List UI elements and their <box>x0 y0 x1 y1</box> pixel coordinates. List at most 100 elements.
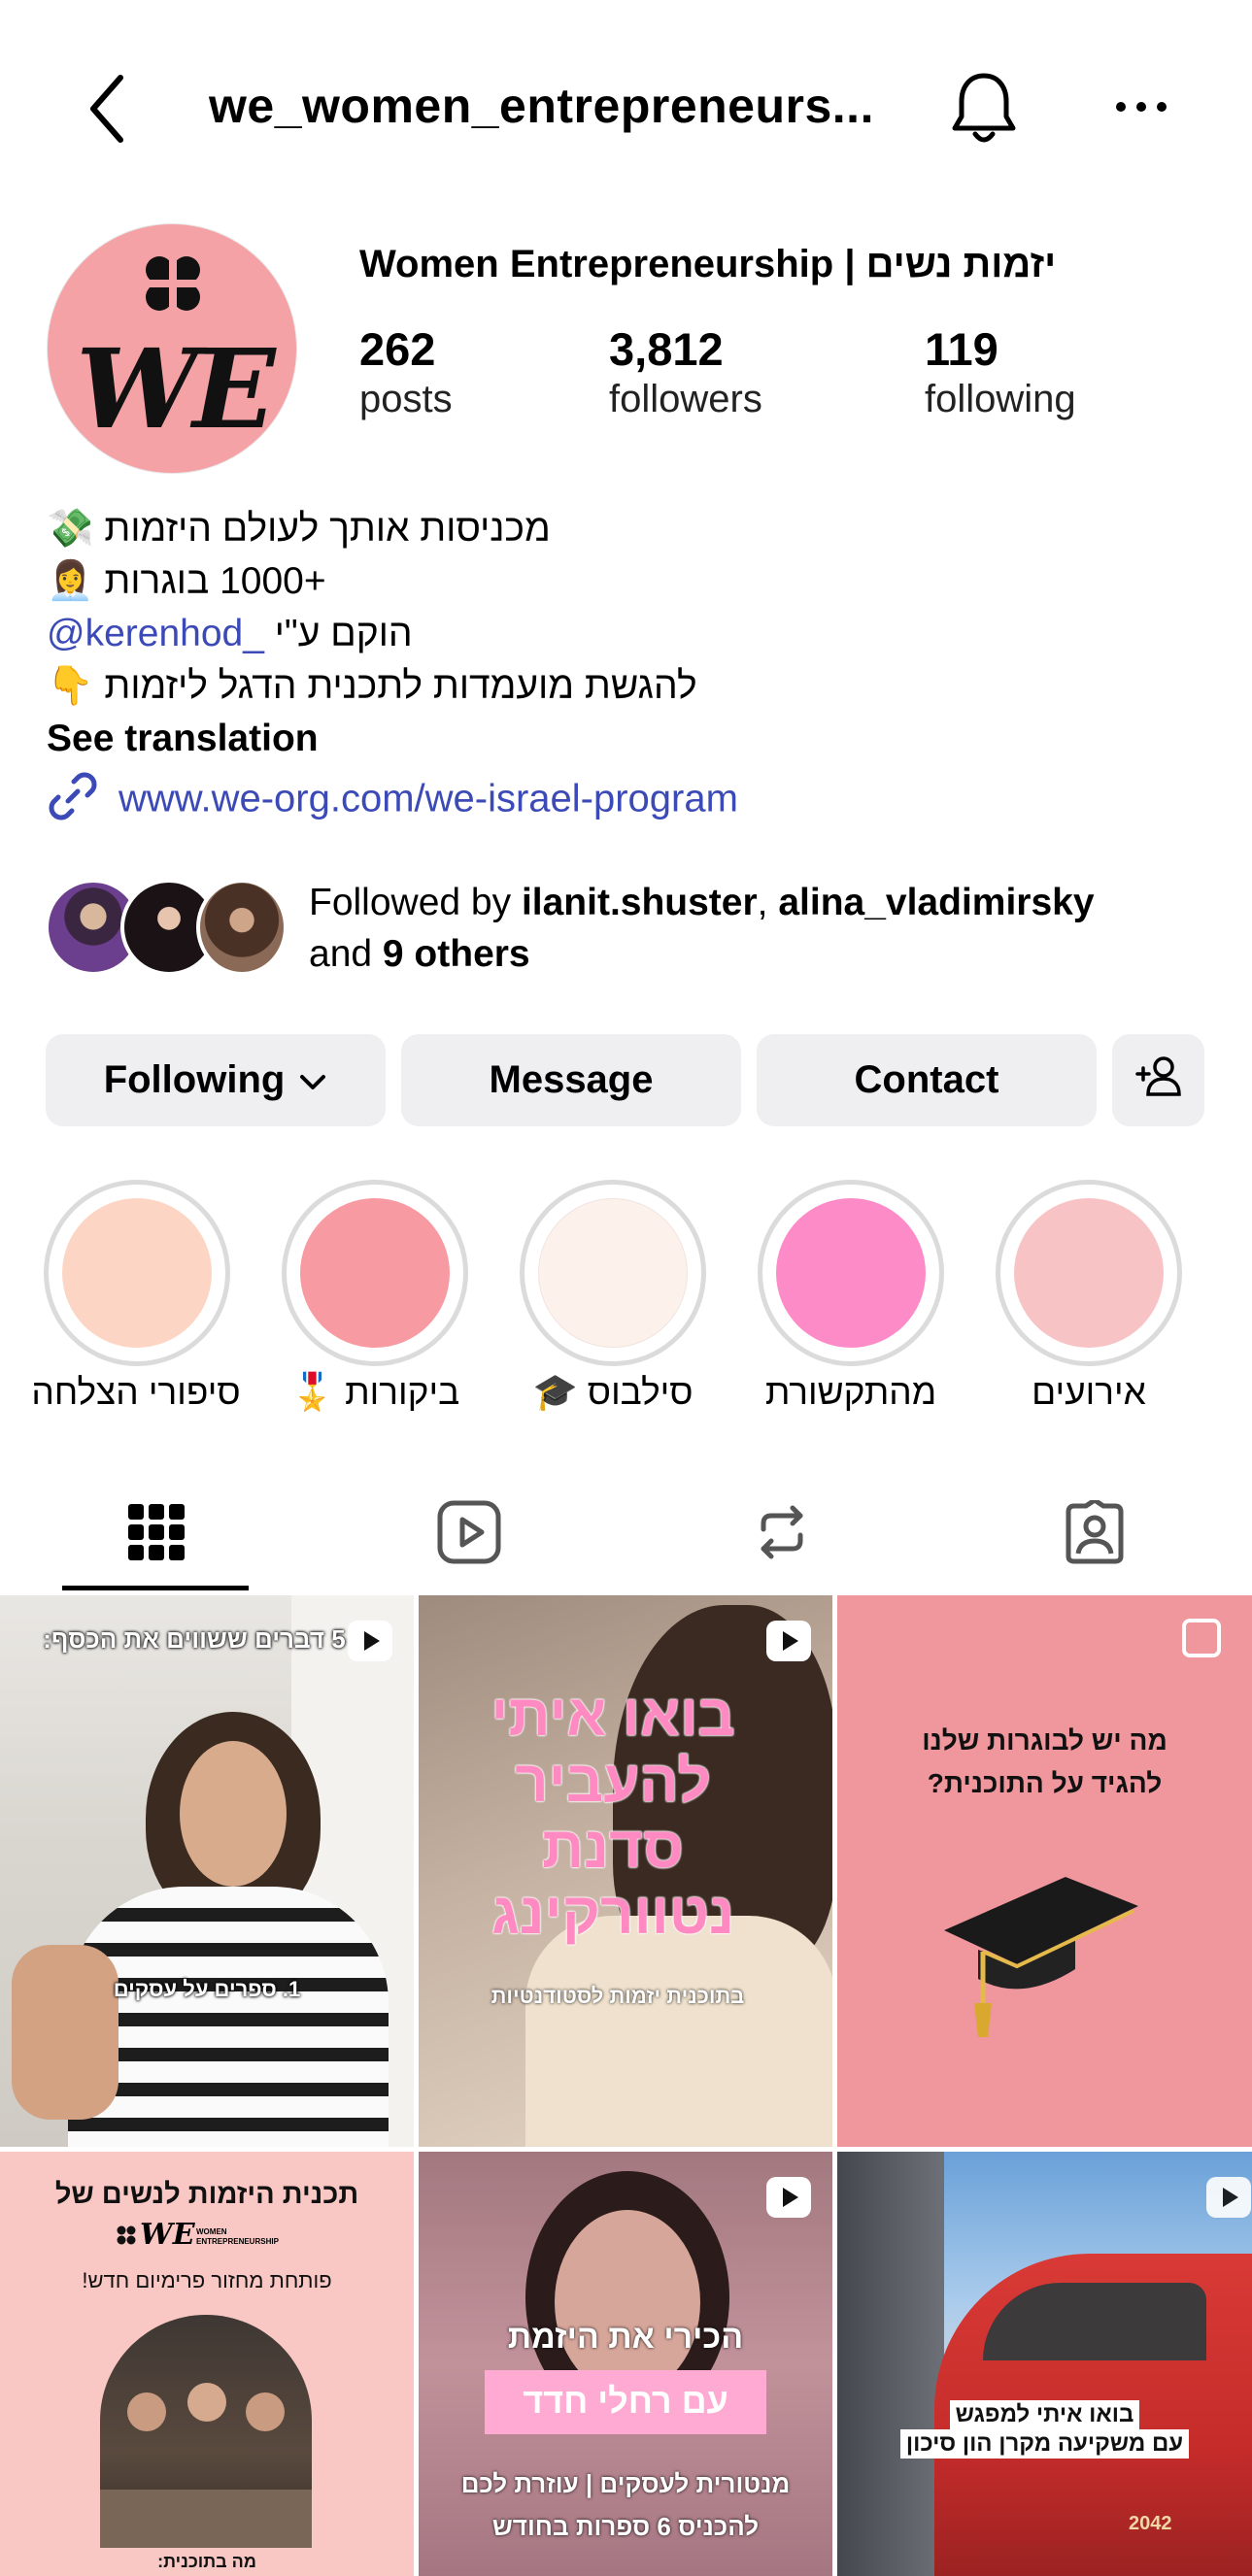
following-label: following <box>925 378 1076 420</box>
we-logo-subtext-line: ENTREPRENEURSHIP <box>196 2237 279 2246</box>
highlight-label: ביקורות 🎖️ <box>289 1372 460 1412</box>
bio-text-3: הוקם ע"י <box>274 613 413 654</box>
posts-stat[interactable]: 262 posts <box>359 322 453 421</box>
bio-line-4: 👇 להגשת מועמדות לתכנית הדגל ליזמות <box>47 660 697 713</box>
bell-icon[interactable] <box>950 68 1018 146</box>
post-thumbnail[interactable]: תכנית היזמות לנשים של WE WOMEN ENTREPRENE… <box>0 2152 414 2576</box>
avatar <box>196 879 288 976</box>
highlight-cover <box>1014 1198 1164 1348</box>
we-logo-text: WE <box>140 2218 195 2252</box>
post-footer-text: מה בתוכנית: <box>157 2552 256 2571</box>
highlight-label: מהתקשורת <box>764 1372 937 1412</box>
post-caption: פותחת מחזור פרימיום חדש! <box>82 2268 332 2292</box>
mutual-followers-avatars[interactable] <box>45 879 288 976</box>
see-translation-link[interactable]: See translation <box>47 713 697 765</box>
post-caption: מנטורית לעסקים | עוזרת לכם להכניס 6 ספרו… <box>419 2462 832 2548</box>
profile-display-name: Women Entrepreneurship | יזמות נשים <box>359 243 1057 285</box>
tab-posts-grid[interactable] <box>0 1476 313 1592</box>
story-highlight[interactable] <box>996 1180 1182 1366</box>
bio-text-1: מכניסות אותך לעולם היזמות <box>104 508 551 550</box>
post-headline: בואו איתי להעביר סדנת נטוורקינג <box>419 1683 807 1947</box>
clover-logo-icon <box>143 253 203 318</box>
story-highlight[interactable] <box>758 1180 944 1366</box>
post-headline: מה יש לבוגרות שלנו להגיד על התוכנית? <box>837 1720 1252 1805</box>
message-button[interactable]: Message <box>401 1034 741 1126</box>
bio-line-1: 💸 מכניסות אותך לעולם היזמות <box>47 503 697 555</box>
contact-button-label: Contact <box>854 1058 999 1101</box>
link-chain-icon <box>47 770 99 832</box>
post-headline-line: להגיד על התוכנית? <box>927 1768 1163 1798</box>
post-headline-line: נטוורקינג <box>491 1881 734 1946</box>
post-caption-line: בואו איתי למפגש <box>949 2400 1140 2429</box>
story-highlight[interactable] <box>282 1180 468 1366</box>
tab-tagged[interactable] <box>938 1476 1251 1592</box>
post-thumbnail[interactable]: בואו איתי להעביר סדנת נטוורקינג בתוכנית … <box>419 1595 832 2147</box>
story-highlight[interactable] <box>44 1180 230 1366</box>
money-wings-emoji: 💸 <box>47 508 94 550</box>
post-caption-line: מנטורית לעסקים | עוזרת לכם <box>460 2469 791 2498</box>
followers-label: followers <box>609 378 762 420</box>
followed-by-separator: , <box>757 882 779 923</box>
add-user-icon <box>1134 1054 1183 1107</box>
post-caption: 1. ספרים על עסקים <box>113 1977 301 2001</box>
profile-avatar[interactable]: WE <box>47 223 297 474</box>
reels-icon <box>437 1500 501 1569</box>
story-highlight[interactable] <box>520 1180 706 1366</box>
tab-reels[interactable] <box>313 1476 626 1592</box>
profile-tabs <box>0 1476 1252 1592</box>
post-headline: תכנית היזמות לנשים של <box>54 2179 359 2210</box>
businesswoman-emoji: 👩‍💼 <box>47 560 94 602</box>
following-button[interactable]: Following <box>46 1034 386 1126</box>
reel-play-icon <box>766 1621 811 1661</box>
followed-by-text[interactable]: Followed by ilanit.shuster, alina_vladim… <box>309 877 1095 980</box>
posts-count: 262 <box>359 323 436 375</box>
highlight-cover <box>300 1198 450 1348</box>
bio-line-3: @kerenhod_ הוקם ע"י <box>47 608 697 660</box>
contact-button[interactable]: Contact <box>757 1034 1097 1126</box>
highlight-label: סילבוס 🎓 <box>532 1372 694 1412</box>
post-headline: 5 דברים ששווים את הכסף: <box>43 1624 346 1654</box>
post-photo <box>0 1595 414 2147</box>
highlight-cover <box>62 1198 212 1348</box>
post-headline-line: סדנת <box>542 1815 684 1880</box>
post-caption: בתוכנית יזמות לסטודנטיות <box>491 1984 745 2008</box>
post-photo <box>100 2315 312 2548</box>
post-headline-line: להעביר <box>515 1749 711 1814</box>
back-chevron-icon[interactable] <box>84 70 132 148</box>
highlight-label: סיפורי הצלחה <box>31 1372 241 1412</box>
platform-structure <box>837 2152 944 2576</box>
post-thumbnail[interactable]: מה יש לבוגרות שלנו להגיד על התוכנית? <box>837 1595 1252 2147</box>
carousel-icon <box>1182 1619 1221 1657</box>
profile-website-link[interactable]: www.we-org.com/we-israel-program <box>47 770 738 832</box>
followers-count: 3,812 <box>609 323 724 375</box>
more-options-icon[interactable] <box>1112 87 1170 126</box>
post-thumbnail[interactable]: 5 דברים ששווים את הכסף: 1. ספרים על עסקי… <box>0 1595 414 2147</box>
active-tab-indicator <box>62 1586 249 1590</box>
followers-stat[interactable]: 3,812 followers <box>609 322 762 421</box>
followed-by-and: and <box>309 933 383 975</box>
tagged-person-icon <box>1063 1497 1127 1569</box>
add-user-button[interactable] <box>1112 1034 1204 1126</box>
post-headline-line: בואו איתי <box>491 1683 735 1748</box>
post-headline-name: עם רחלי חדד <box>523 2381 728 2421</box>
followed-by-prefix: Followed by <box>309 882 522 923</box>
following-count: 119 <box>925 323 998 375</box>
message-button-label: Message <box>489 1058 654 1101</box>
post-photo-shirt <box>525 1916 832 2147</box>
pointing-down-emoji: 👇 <box>47 665 94 707</box>
post-thumbnail[interactable]: הכירי את היזמת עם רחלי חדד מנטורית לעסקי… <box>419 2152 832 2576</box>
post-headline: הכירי את היזמת <box>507 2319 744 2356</box>
website-url: www.we-org.com/we-israel-program <box>118 777 738 820</box>
bio-mention-link[interactable]: @kerenhod_ <box>47 613 264 654</box>
following-stat[interactable]: 119 following <box>925 322 1076 421</box>
avatar-logo-text: WE <box>76 326 275 453</box>
mutual-user-1: ilanit.shuster <box>521 882 758 923</box>
post-caption-line: להכניס 6 ספרות בחודש <box>491 2512 760 2541</box>
profile-username-title: we_women_entrepreneurs... <box>209 79 874 133</box>
tab-reposts[interactable] <box>626 1476 938 1592</box>
highlight-label: אירועים <box>1032 1372 1146 1412</box>
grid-icon <box>128 1503 185 1565</box>
following-button-label: Following <box>103 1058 286 1101</box>
repost-icon <box>750 1500 814 1569</box>
post-thumbnail[interactable]: 2042 בואו איתי למפגש עם משקיעה מקרן הון … <box>837 2152 1252 2576</box>
